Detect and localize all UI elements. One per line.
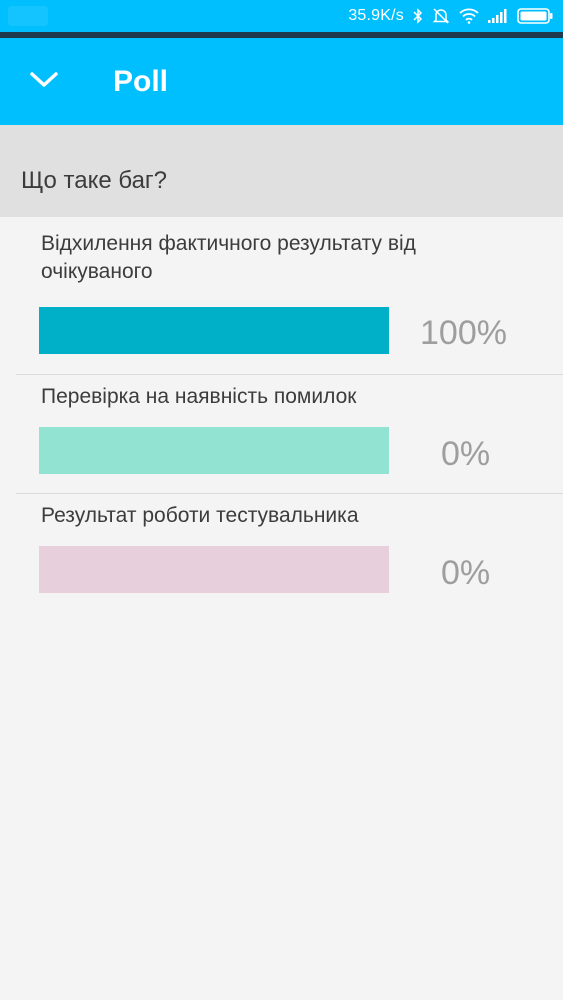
poll-option[interactable]: Перевірка на наявність помилок 0% [16, 375, 563, 493]
wifi-icon [459, 8, 479, 24]
poll-option[interactable]: Результат роботи тестувальника 0% [16, 494, 563, 612]
poll-option-percent: 0% [441, 554, 491, 592]
notification-icon [8, 6, 48, 26]
poll-option-bar [39, 427, 389, 474]
app-bar: Poll [0, 38, 563, 125]
signal-icon [488, 9, 508, 23]
collapse-button[interactable] [18, 56, 70, 108]
poll-option-bar-fill [39, 307, 389, 354]
status-icons: 35.9K/s [348, 0, 553, 32]
bluetooth-icon [413, 8, 423, 24]
alarm-off-icon [432, 7, 450, 25]
battery-icon [517, 8, 553, 24]
poll-option-bar [39, 307, 389, 354]
poll-option-percent: 100% [420, 314, 507, 352]
poll-question: Що таке баг? [21, 167, 168, 194]
page-title: Poll [113, 65, 169, 98]
poll-option-percent: 0% [441, 435, 491, 473]
net-speed: 35.9K/s [348, 7, 404, 24]
poll-option[interactable]: Відхилення фактичного результату від очі… [16, 228, 563, 374]
poll-option-bar [39, 546, 389, 593]
poll-question-header: Що таке баг? [0, 125, 563, 217]
poll-option-label: Результат роботи тестувальника [41, 504, 359, 527]
poll-option-label: Відхилення фактичного результату від очі… [41, 232, 416, 283]
status-bar: 35.9K/s [0, 0, 563, 32]
poll-option-label: Перевірка на наявність помилок [41, 385, 357, 408]
chevron-down-icon [29, 71, 59, 94]
